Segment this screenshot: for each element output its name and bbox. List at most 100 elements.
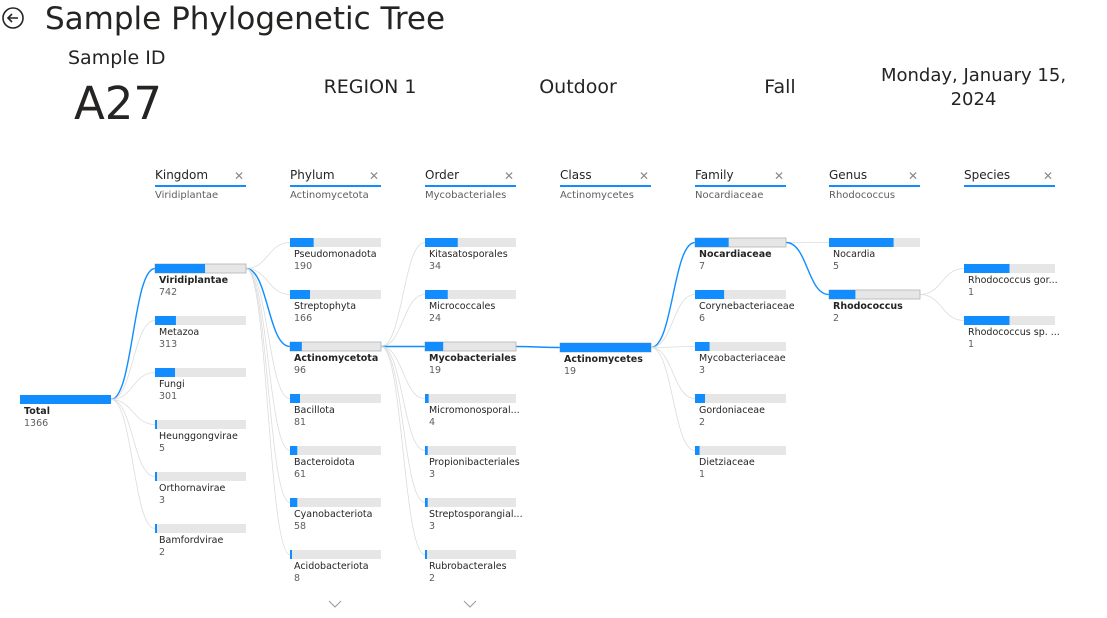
- node-label: Actinomycetota: [294, 353, 378, 364]
- node-bar-fill: [155, 316, 176, 325]
- tree-node[interactable]: [290, 290, 381, 299]
- node-bar-fill: [695, 238, 729, 247]
- tree-node[interactable]: [694, 237, 787, 248]
- tree-node[interactable]: [695, 290, 786, 299]
- node-bar-fill: [425, 238, 458, 247]
- node-label: Dietziaceae: [699, 457, 755, 468]
- tree-link: [919, 294, 965, 321]
- expand-more-icon[interactable]: [463, 600, 477, 608]
- tree-link: [245, 268, 291, 555]
- node-value: 1: [968, 339, 974, 350]
- node-label: Micrococcales: [429, 301, 495, 312]
- node-value: 96: [294, 365, 306, 376]
- node-value: 8: [294, 573, 300, 584]
- node-label: Mycobacteriaceae: [699, 353, 786, 364]
- node-bar-track: [290, 498, 381, 507]
- tree-link: [785, 241, 830, 296]
- node-bar-track: [289, 341, 382, 352]
- node-value: 190: [294, 261, 312, 272]
- tree-node[interactable]: [155, 368, 246, 377]
- node-value: 19: [564, 366, 576, 377]
- node-value: 3: [159, 495, 165, 506]
- tree-node[interactable]: [829, 238, 920, 247]
- node-bar-fill: [695, 290, 725, 299]
- node-bar-fill: [290, 446, 298, 455]
- node-bar-track: [290, 550, 381, 559]
- node-bar-track: [695, 446, 786, 455]
- root-node[interactable]: [20, 395, 111, 404]
- expand-more-icon[interactable]: [328, 600, 342, 608]
- node-value: 1: [968, 287, 974, 298]
- tree-node[interactable]: [425, 290, 516, 299]
- tree-node[interactable]: [290, 498, 381, 507]
- tree-node[interactable]: [425, 238, 516, 247]
- node-bar-fill: [290, 394, 301, 403]
- root-label: Total: [24, 406, 50, 417]
- tree-node[interactable]: [425, 498, 516, 507]
- node-bar-track: [425, 446, 516, 455]
- node-value: 6: [699, 313, 705, 324]
- tree-node[interactable]: [155, 316, 246, 325]
- node-value: 313: [159, 339, 177, 350]
- tree-node[interactable]: [425, 446, 516, 455]
- node-label: Heunggongvirae: [159, 431, 238, 442]
- node-label: Micromonosporal...: [429, 405, 520, 416]
- tree-link: [245, 268, 291, 295]
- node-label: Nocardia: [833, 249, 875, 260]
- tree-node[interactable]: [695, 394, 786, 403]
- tree-node[interactable]: [289, 341, 382, 352]
- node-bar-track: [155, 472, 246, 481]
- node-bar-track: [425, 498, 516, 507]
- tree-node[interactable]: [155, 420, 246, 429]
- node-bar-fill: [425, 498, 428, 507]
- tree-node[interactable]: [290, 550, 381, 559]
- node-label: Bacteroidota: [294, 457, 355, 468]
- tree-node[interactable]: [290, 394, 381, 403]
- node-bar-fill: [290, 342, 302, 351]
- node-value: 742: [159, 287, 177, 298]
- tree-link: [380, 346, 426, 503]
- node-value: 24: [429, 313, 441, 324]
- node-value: 5: [159, 443, 165, 454]
- node-label: Bacillota: [294, 405, 335, 416]
- node-bar-fill: [695, 446, 700, 455]
- node-bar-track: [695, 394, 786, 403]
- node-label: Rhodococcus: [833, 301, 903, 312]
- tree-node[interactable]: [695, 342, 786, 351]
- tree-link: [650, 294, 696, 348]
- node-bar-track: [155, 524, 246, 533]
- tree-node[interactable]: [424, 341, 517, 352]
- tree-node[interactable]: [425, 550, 516, 559]
- node-bar-fill: [155, 472, 157, 481]
- node-label: Streptosporangial...: [429, 509, 523, 520]
- node-bar-fill: [695, 342, 710, 351]
- tree-link: [650, 347, 696, 399]
- node-bar-fill: [560, 343, 651, 352]
- tree-link: [245, 268, 291, 451]
- tree-node[interactable]: [559, 342, 652, 353]
- tree-link: [919, 268, 965, 295]
- node-bar-fill: [425, 394, 429, 403]
- tree-node[interactable]: [155, 472, 246, 481]
- node-value: 2: [833, 313, 839, 324]
- node-bar-fill: [425, 550, 427, 559]
- node-bar-fill: [290, 550, 292, 559]
- tree-node[interactable]: [964, 264, 1055, 273]
- tree-node[interactable]: [695, 446, 786, 455]
- node-bar-fill: [425, 290, 448, 299]
- tree-node[interactable]: [964, 316, 1055, 325]
- node-value: 7: [699, 261, 705, 272]
- node-bar-fill: [964, 264, 1010, 273]
- node-bar-track: [290, 446, 381, 455]
- tree-node[interactable]: [290, 446, 381, 455]
- node-value: 3: [699, 365, 705, 376]
- tree-node[interactable]: [155, 524, 246, 533]
- tree-link: [245, 242, 291, 269]
- node-bar-fill: [155, 524, 157, 533]
- tree-node[interactable]: [425, 394, 516, 403]
- tree-node[interactable]: [154, 263, 247, 274]
- node-label: Mycobacteriales: [429, 353, 517, 364]
- tree-node[interactable]: [828, 289, 921, 300]
- tree-node[interactable]: [290, 238, 381, 247]
- node-bar-fill: [425, 342, 444, 351]
